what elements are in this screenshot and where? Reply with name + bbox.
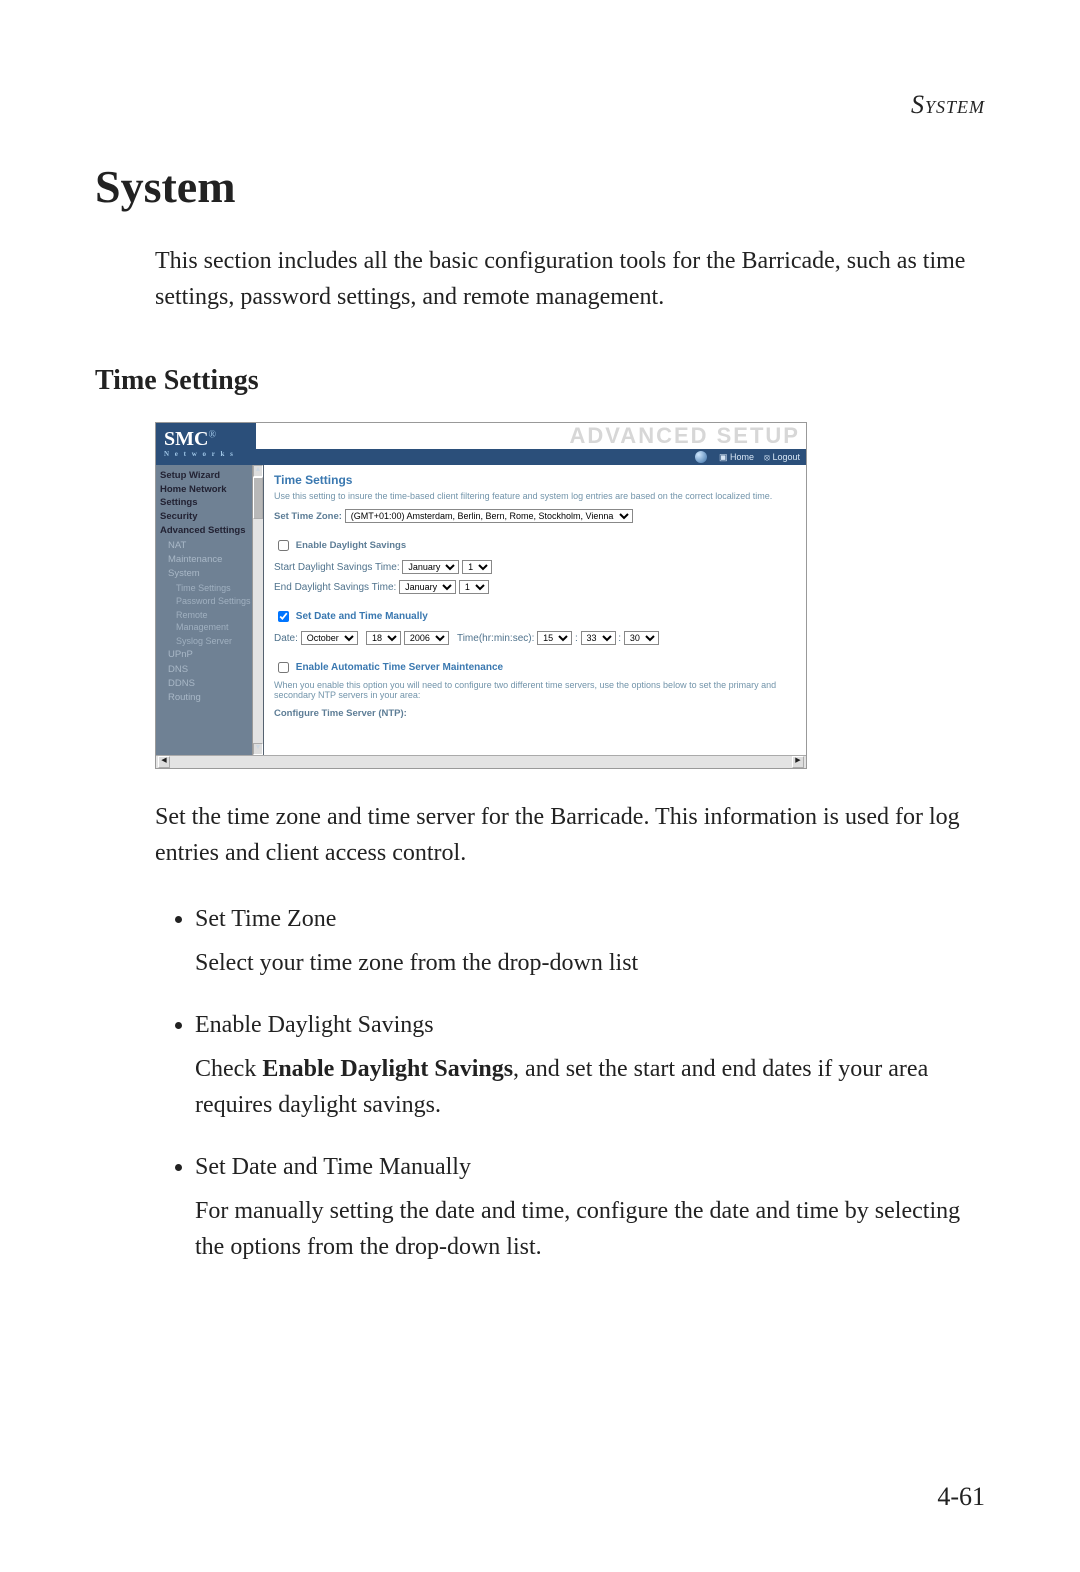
list-item: Enable Daylight Savings Check Enable Day…: [195, 1007, 985, 1123]
sidebar-item-remote-management[interactable]: Remote Management: [160, 609, 259, 634]
content-pane: Time Settings Use this setting to insure…: [264, 465, 806, 755]
sidebar-item-password-settings[interactable]: Password Settings: [160, 595, 259, 609]
start-dst-label: Start Daylight Savings Time:: [274, 562, 400, 573]
content-description: Use this setting to insure the time-base…: [274, 491, 796, 501]
sidebar-item-maintenance[interactable]: Maintenance: [160, 553, 259, 567]
end-dst-label: End Daylight Savings Time:: [274, 582, 396, 593]
sidebar-item-nat[interactable]: NAT: [160, 539, 259, 553]
auto-timeserver-checkbox[interactable]: [278, 662, 289, 673]
date-day[interactable]: 18: [366, 631, 401, 645]
date-month[interactable]: October: [301, 631, 358, 645]
timezone-select[interactable]: (GMT+01:00) Amsterdam, Berlin, Bern, Rom…: [345, 509, 633, 523]
list-item: Set Time Zone Select your time zone from…: [195, 901, 985, 981]
after-shot-paragraph: Set the time zone and time server for th…: [155, 799, 985, 871]
start-dst-day[interactable]: 1: [462, 560, 492, 574]
globe-icon: [695, 451, 707, 463]
time-sec[interactable]: 30: [624, 631, 659, 645]
logo-subtext: N e t w o r k s: [164, 451, 248, 457]
bullet-body: Select your time zone from the drop-down…: [195, 945, 985, 981]
logo-text: SMC: [164, 428, 208, 450]
bottom-scrollbar[interactable]: ◀ ▶: [156, 755, 806, 768]
logout-link[interactable]: ⦻ Logout: [764, 452, 800, 463]
page-title: System: [95, 160, 985, 213]
end-dst-month[interactable]: January: [399, 580, 456, 594]
time-min[interactable]: 33: [581, 631, 616, 645]
router-ui-screenshot: SMC® N e t w o r k s ADVANCED SETUP ▣ Ho…: [155, 422, 807, 769]
page-number: 4-61: [937, 1482, 985, 1512]
bullet-head: Set Time Zone: [195, 901, 985, 937]
sidebar-item-advanced[interactable]: Advanced Settings: [160, 524, 259, 538]
home-link[interactable]: ▣ Home: [719, 452, 754, 463]
sidebar: Setup Wizard Home Network Settings Secur…: [156, 465, 264, 755]
configure-ntp-label: Configure Time Server (NTP):: [274, 708, 796, 719]
end-dst-day[interactable]: 1: [459, 580, 489, 594]
bullet-body: Check Enable Daylight Savings, and set t…: [195, 1051, 985, 1123]
sidebar-item-security[interactable]: Security: [160, 510, 259, 524]
bullet-head: Enable Daylight Savings: [195, 1007, 985, 1043]
sidebar-item-setup-wizard[interactable]: Setup Wizard: [160, 469, 259, 483]
bullet-head: Set Date and Time Manually: [195, 1149, 985, 1185]
list-item: Set Date and Time Manually For manually …: [195, 1149, 985, 1265]
sidebar-item-upnp[interactable]: UPnP: [160, 648, 259, 662]
sidebar-item-system[interactable]: System: [160, 567, 259, 581]
scroll-down-icon[interactable]: ▼: [253, 743, 263, 755]
timezone-label: Set Time Zone:: [274, 511, 342, 522]
start-dst-month[interactable]: January: [402, 560, 459, 574]
date-label: Date:: [274, 633, 298, 644]
sidebar-item-syslog-server[interactable]: Syslog Server: [160, 635, 259, 649]
sidebar-item-ddns[interactable]: DDNS: [160, 677, 259, 691]
sidebar-item-dns[interactable]: DNS: [160, 663, 259, 677]
intro-paragraph: This section includes all the basic conf…: [155, 243, 985, 315]
auto-timeserver-label: Enable Automatic Time Server Maintenance: [296, 662, 503, 673]
sidebar-item-routing[interactable]: Routing: [160, 691, 259, 705]
bullet-list: Set Time Zone Select your time zone from…: [195, 901, 985, 1265]
daylight-savings-label: Enable Daylight Savings: [296, 540, 406, 551]
bullet-body: For manually setting the date and time, …: [195, 1193, 985, 1265]
running-head: System: [95, 90, 985, 120]
sidebar-item-time-settings[interactable]: Time Settings: [160, 582, 259, 596]
content-title: Time Settings: [274, 473, 796, 487]
time-label: Time(hr:min:sec):: [457, 633, 534, 644]
manual-datetime-label: Set Date and Time Manually: [296, 611, 428, 622]
logo: SMC® N e t w o r k s: [156, 423, 256, 465]
section-title: Time Settings: [95, 365, 985, 397]
app-title: ADVANCED SETUP: [256, 423, 806, 449]
sidebar-item-home-network[interactable]: Home Network Settings: [160, 483, 259, 510]
manual-datetime-checkbox[interactable]: [278, 611, 289, 622]
scroll-right-icon[interactable]: ▶: [792, 756, 804, 768]
sidebar-scrollbar[interactable]: ▲ ▼: [252, 465, 263, 755]
date-year[interactable]: 2006: [404, 631, 449, 645]
scroll-up-icon[interactable]: ▲: [253, 465, 263, 477]
scroll-left-icon[interactable]: ◀: [158, 756, 170, 768]
time-hour[interactable]: 15: [537, 631, 572, 645]
auto-timeserver-desc: When you enable this option you will nee…: [274, 680, 796, 700]
daylight-savings-checkbox[interactable]: [278, 540, 289, 551]
